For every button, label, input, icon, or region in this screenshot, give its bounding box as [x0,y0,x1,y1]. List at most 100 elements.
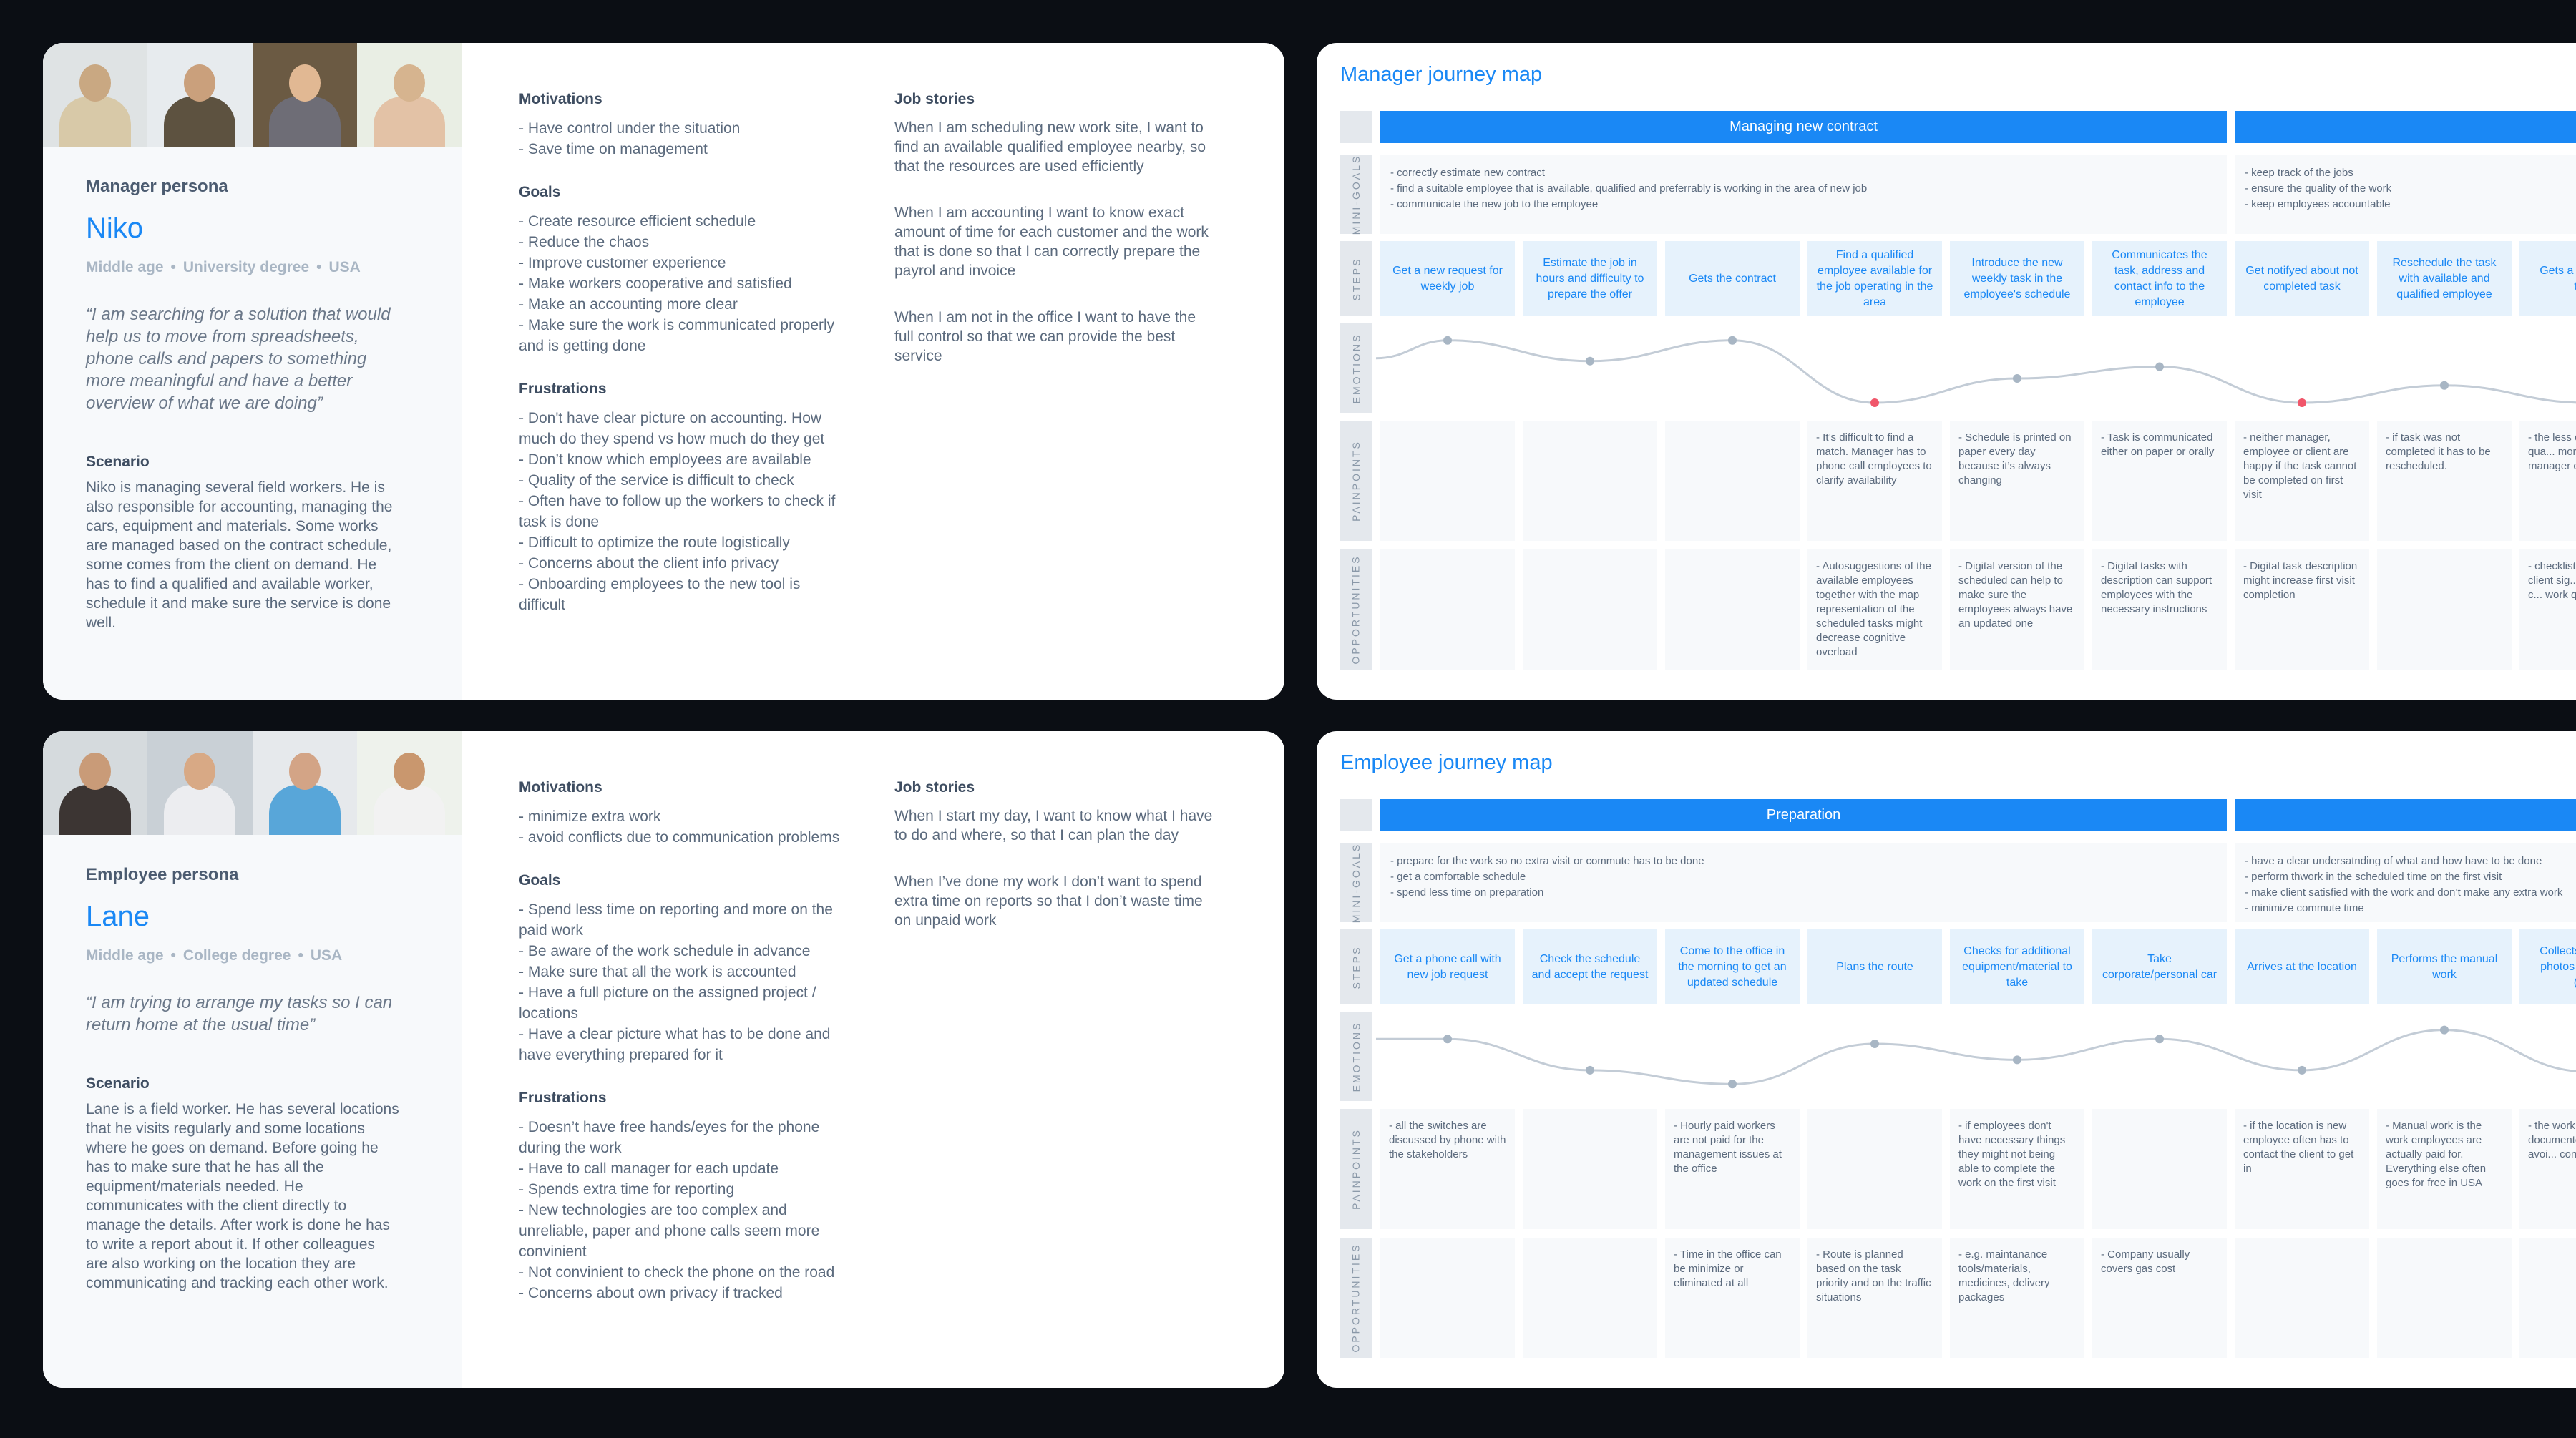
row-label-steps: STEPS [1340,241,1372,316]
journey-step: Get a new request for weekly job [1380,241,1515,316]
persona-summary: Employee persona Lane Middle age • College d… [43,731,462,1388]
painpoint-cell: - Manual work is the work employees are … [2377,1109,2512,1229]
painpoint-cell: - Task is communicated either on paper o… [2092,421,2227,541]
painpoint-cell: - Hourly paid workers are not paid for t… [1665,1109,1800,1229]
opportunity-cell [2235,1238,2369,1358]
emotion-point [2440,381,2449,390]
manager-journey-map-card: Manager journey map MINI-GOALS STEPS EMOTIO… [1317,43,2576,700]
mini-goal-item: - perform thwork in the scheduled time o… [2245,871,2502,883]
frustrations-item: - Don’t know which employees are availab… [519,451,811,468]
meta-separator: • [170,259,176,275]
painpoint-cell [2092,1109,2227,1229]
painpoint-cell: - the work ha... carefully documented...… [2519,1109,2576,1229]
opportunity-cell: - Time in the office can be minimize or … [1665,1238,1800,1358]
journey-step: Arrives at the location [2235,929,2369,1004]
emotion-point [1728,336,1737,345]
job-story: When I am not in the office I want to ha… [894,309,1196,364]
goals-item: - Make sure that all the work is account… [519,964,796,980]
job-story: When I’ve done my work I don’t want to s… [894,874,1203,929]
emotion-line [1376,1029,2576,1085]
mini-goal-item: - minimize commute time [2245,902,2364,914]
journey-step: Get notifyed about not completed task [2235,241,2369,316]
emotion-point [1443,1035,1452,1044]
mini-goals-box: - have a clear undersatnding of what and… [2235,843,2576,922]
employee-journey-map-card: Employee journey map MINI-GOALS STEPS EMOTI… [1317,731,2576,1388]
opportunity-cell [1523,1238,1657,1358]
emotion-point [1728,1080,1737,1089]
mini-goal-item: - make client satisfied with the work an… [2245,886,2563,899]
phase-header: Preparation [1380,799,2227,831]
motivations-title: Motivations [519,91,602,107]
frustrations-section: Frustrations - Doesn’t have free hands/ey… [519,1090,848,1304]
meta-item: Middle age [86,259,164,275]
meta-item: USA [310,947,343,964]
meta-item: Middle age [86,947,164,964]
head-shape [288,64,321,102]
head-shape [393,753,425,790]
frustrations-item: - Difficult to optimize the route logist… [519,534,790,551]
goals-item: - Reduce the chaos [519,234,650,250]
job-stories-title: Job stories [894,91,975,107]
row-label-painpoints: PAINPOINTS [1340,1109,1372,1229]
opportunity-cell [2519,1238,2576,1358]
head-shape [79,753,112,790]
journey-step: Performs the manual work [2377,929,2512,1004]
mini-goal-item: - communicate the new job to the employe… [1390,198,1599,210]
emotion-point [1586,1065,1594,1075]
motivations-section: Motivations - minimize extra work - avoid … [519,779,848,848]
goals-item: - Make workers cooperative and satisfied [519,275,792,292]
painpoint-cell: - if employees don't have necessary thin… [1950,1109,2084,1229]
frustrations-item: - Often have to follow up the workers to… [519,493,836,530]
torso-shape [373,785,445,835]
row-label-text: STEPS [1350,945,1362,989]
phase-header: Work... [2235,799,2576,831]
row-label-opportunities: OPPORTUNITIES [1340,549,1372,670]
goals-item: - Be aware of the work schedule in advan… [519,943,811,959]
motivations-item: - minimize extra work [519,808,661,825]
journey-step: Gets a com... from the... [2519,241,2576,316]
frustrations-item: - Spends extra time for reporting [519,1181,735,1198]
frustrations-item: - Don't have clear picture on accounting… [519,410,825,447]
head-shape [184,64,216,102]
painpoint-cell [1807,1109,1942,1229]
head-shape [393,64,425,102]
emotion-point [1870,1040,1879,1049]
meta-item: College degree [182,947,291,964]
opportunity-cell: - Route is planned based on the task pri… [1807,1238,1942,1358]
goals-section: Goals - Spend less time on reporting and … [519,872,848,1065]
persona-meta: Middle age • University degree • USA [86,259,419,276]
journey-map-title: Employee journey map [1340,751,1553,774]
meta-item: University degree [182,259,310,275]
torso-shape [268,97,341,147]
job-stories-title: Job stories [894,779,975,796]
journey-step: Communicates the task, address and conta… [2092,241,2227,316]
opportunity-cell: - Digital version of the scheduled can h… [1950,549,2084,670]
persona-meta: Middle age • College degree • USA [86,947,419,964]
nurse-with-stethoscope-photo [356,731,462,835]
phase-header: Managing new contract [1380,111,2227,143]
delivery-man-with-boxes-photo [43,731,148,835]
opportunity-cell [1380,549,1515,670]
torso-shape [164,97,236,147]
painpoint-cell: - Schedule is printed on paper every day… [1950,421,2084,541]
painpoint-cell: - It’s difficult to find a match. Manage… [1807,421,1942,541]
opportunity-cell [2377,549,2512,670]
painpoint-cell [1380,421,1515,541]
meta-separator: • [316,259,322,275]
mini-goals-box: - keep track of the jobs - ensure the qua… [2235,155,2576,234]
photo-strip [43,43,462,147]
opportunity-cell: - Digital task description might increas… [2235,549,2369,670]
mini-goal-item: - ensure the quality of the work [2245,182,2392,195]
goals-item: - Make sure the work is communicated pro… [519,317,835,354]
head-shape [184,753,216,790]
opportunity-cell: - Autosuggestions of the available emplo… [1807,549,1942,670]
meta-item: USA [328,259,361,275]
journey-step: Reschedule the task with available and q… [2377,241,2512,316]
emotion-point [1586,356,1594,366]
opportunity-cell: - Company usually covers gas cost [2092,1238,2227,1358]
persona-quote: “I am trying to arrange my tasks so I ca… [86,993,393,1035]
motivations-section: Motivations - Have control under the situ… [519,91,848,160]
torso-shape [268,785,341,835]
mini-goal-item: - get a comfortable schedule [1390,871,1526,883]
mini-goals-box: - correctly estimate new contract - find … [1380,155,2227,234]
